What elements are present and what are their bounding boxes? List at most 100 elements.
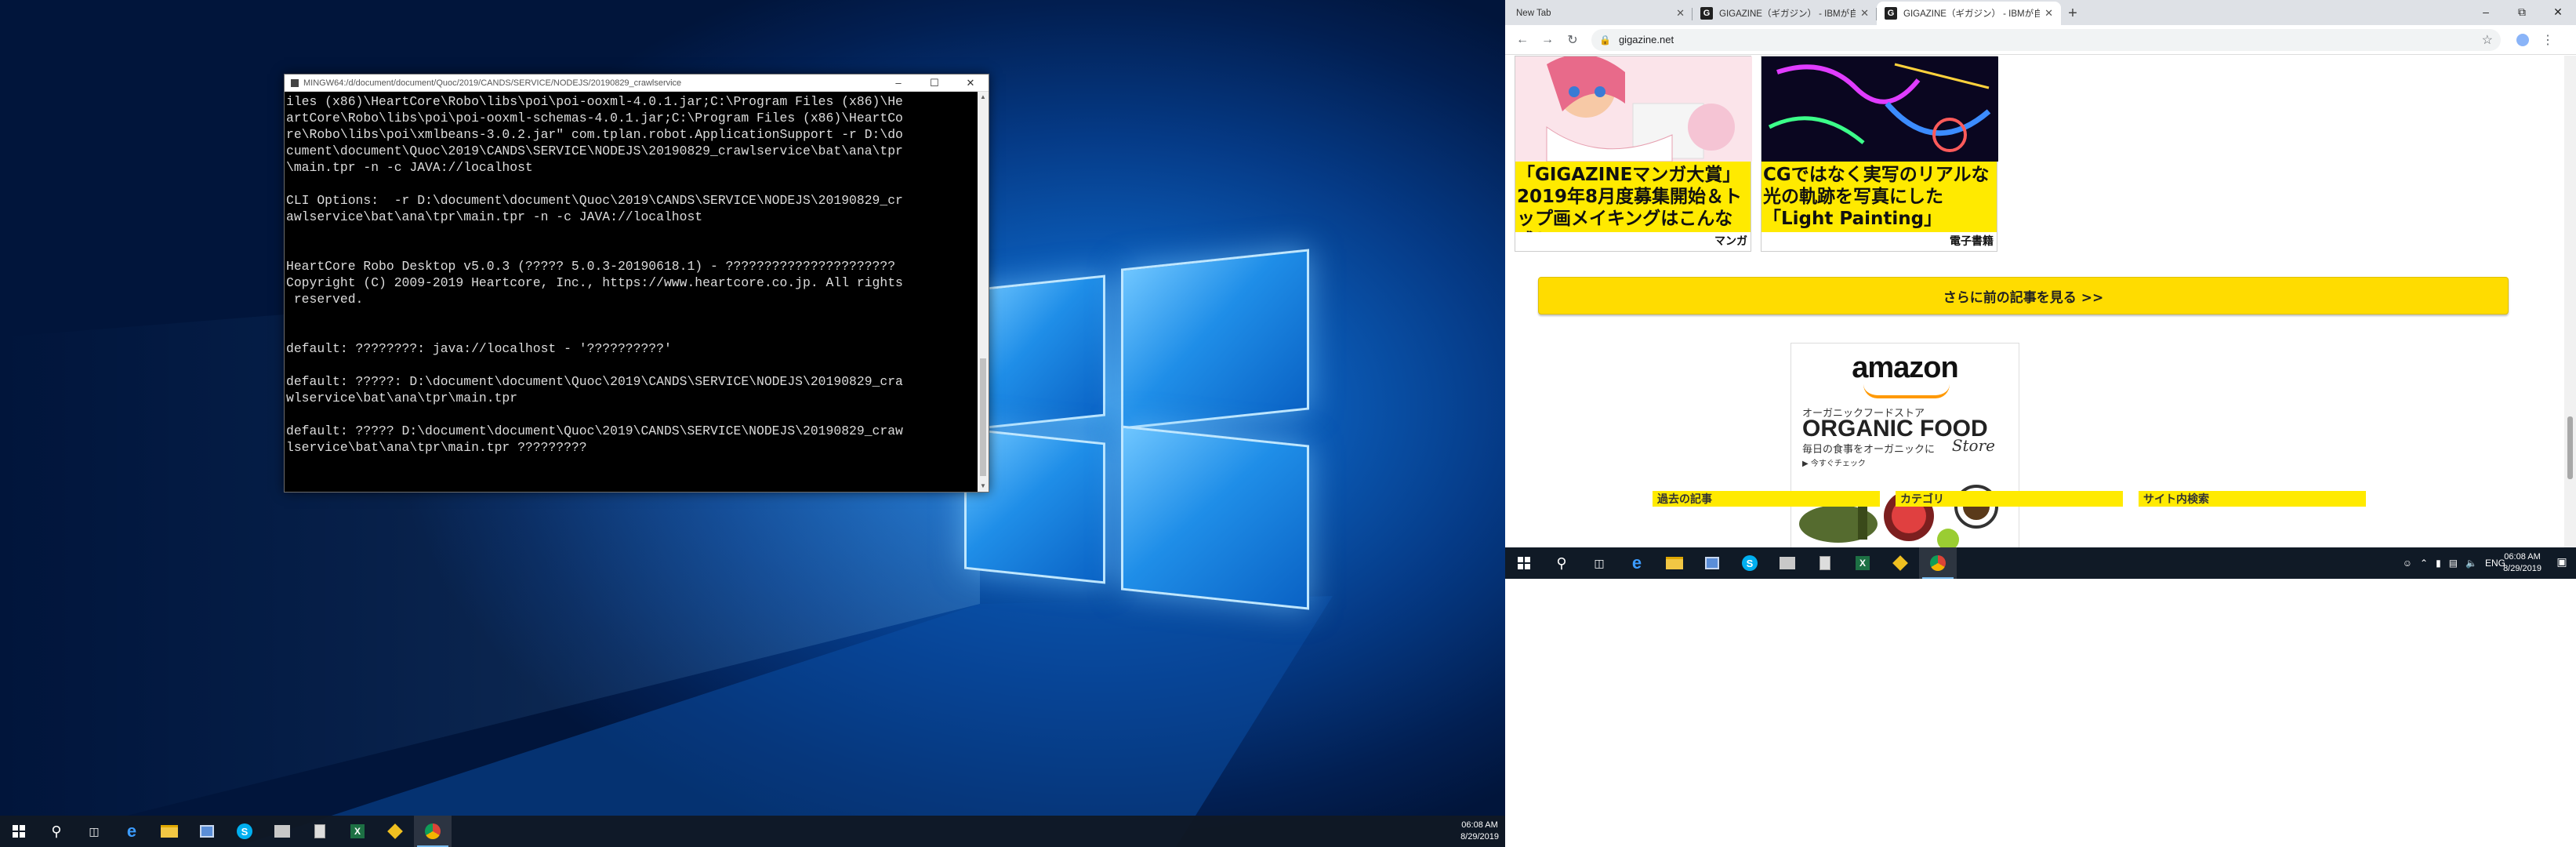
taskbar-app-files[interactable]	[263, 816, 301, 847]
amazon-ad-banner[interactable]: amazon オーガニックフードストア ORGANIC FOOD Store 毎…	[1791, 343, 2019, 547]
close-tab-icon[interactable]: ✕	[2044, 7, 2053, 20]
task-view-button[interactable]: ◫	[75, 816, 113, 847]
reload-button[interactable]: ↻	[1560, 27, 1585, 53]
page-scrollbar[interactable]	[2564, 56, 2576, 547]
profile-button[interactable]	[2510, 27, 2535, 53]
article-title[interactable]: CGではなく実写のリアルな光の軌跡を写真にした「Light Painting」	[1761, 162, 1997, 232]
article-card-manga[interactable]: 「GIGAZINEマンガ大賞」2019年8月度募集開始＆トップ画メイキングはこん…	[1515, 56, 1752, 252]
network-icon[interactable]: ▤	[2449, 558, 2458, 569]
terminal-window[interactable]: MINGW64:/d/document/document/Quoc/2019/C…	[284, 74, 989, 493]
notification-button[interactable]: ▣	[2554, 555, 2570, 571]
notes-icon	[314, 824, 325, 838]
browser-close-button[interactable]: ✕	[2540, 0, 2576, 24]
close-tab-icon[interactable]: ✕	[1676, 7, 1685, 20]
article-title[interactable]: 「GIGAZINEマンガ大賞」2019年8月度募集開始＆トップ画メイキングはこん…	[1515, 162, 1751, 232]
menu-button[interactable]: ⋮	[2535, 27, 2560, 53]
terminal-line: reserved.	[286, 292, 364, 307]
box-past-articles[interactable]: 過去の記事	[1653, 491, 1880, 507]
start-button-right[interactable]	[1505, 547, 1543, 579]
terminal-line: re\Robo\libs\poi\xmlbeans-3.0.2.jar" com…	[286, 127, 903, 142]
browser-minimize-button[interactable]: –	[2468, 0, 2504, 24]
scroll-up-icon[interactable]: ▲	[978, 92, 989, 103]
taskbar-excel-right[interactable]: X	[1844, 547, 1881, 579]
volume-icon[interactable]: 🔈	[2465, 558, 2477, 569]
scroll-down-icon[interactable]: ▼	[978, 481, 989, 492]
forward-button[interactable]: →	[1535, 27, 1560, 53]
bookmark-star-icon[interactable]: ☆	[2482, 32, 2493, 48]
excel-icon: X	[350, 824, 365, 838]
taskbar-skype[interactable]: S	[226, 816, 263, 847]
taskbar-app-files-right[interactable]	[1769, 547, 1806, 579]
box-site-search[interactable]: サイト内検索	[2139, 491, 2366, 507]
windows-start-icon	[1518, 557, 1530, 569]
clock-time: 06:08 AM	[2504, 552, 2541, 562]
taskbar-app-git[interactable]	[376, 816, 414, 847]
taskbar-app-remote[interactable]	[188, 816, 226, 847]
desktop-left: MINGW64:/d/document/document/Quoc/2019/C…	[0, 0, 1505, 847]
article-category[interactable]: マンガ	[1714, 233, 1747, 249]
maximize-button[interactable]: ☐	[916, 75, 952, 92]
url-text: gigazine.net	[1618, 34, 1674, 45]
taskbar-explorer[interactable]	[151, 816, 188, 847]
edge-icon: e	[1631, 553, 1642, 573]
gigazine-favicon-icon: G	[1700, 7, 1713, 20]
plus-icon: +	[2068, 4, 2077, 22]
tab-gigazine-1[interactable]: G GIGAZINE（ギガジン） - IBMが自 ✕	[1693, 2, 1877, 25]
taskbar-edge-right[interactable]: e	[1618, 547, 1656, 579]
taskbar-excel[interactable]: X	[339, 816, 376, 847]
article-card-light-painting[interactable]: CGではなく実写のリアルな光の軌跡を写真にした「Light Painting」 …	[1761, 56, 1998, 252]
start-button[interactable]	[0, 816, 38, 847]
taskbar-edge[interactable]: e	[113, 816, 151, 847]
page-scrollbar-thumb[interactable]	[2567, 416, 2573, 479]
battery-icon[interactable]: ▮	[2436, 558, 2441, 569]
taskbar-app-notes[interactable]	[301, 816, 339, 847]
close-tab-icon[interactable]: ✕	[1860, 7, 1869, 20]
taskbar-app-remote-right[interactable]	[1693, 547, 1731, 579]
article-category[interactable]: 電子書籍	[1950, 233, 1994, 249]
taskbar-chrome[interactable]	[414, 816, 452, 847]
taskbar-app-notes-right[interactable]	[1806, 547, 1844, 579]
terminal-title: MINGW64:/d/document/document/Quoc/2019/C…	[303, 78, 682, 88]
clock-right[interactable]: 06:08 AM 8/29/2019	[2503, 551, 2542, 575]
people-icon[interactable]: ☺	[2403, 558, 2412, 569]
notes-icon	[1820, 556, 1830, 570]
article-thumbnail-light-painting	[1761, 56, 1998, 162]
browser-restore-button[interactable]: ⧉	[2504, 0, 2540, 24]
box-categories[interactable]: カテゴリ	[1896, 491, 2123, 507]
tab-new-tab[interactable]: New Tab ✕	[1508, 2, 1693, 25]
terminal-line: iles (x86)\HeartCore\Robo\libs\poi\poi-o…	[286, 94, 903, 109]
clock-left[interactable]: 06:08 AM 8/29/2019	[1460, 820, 1499, 843]
windows-logo	[964, 235, 1372, 612]
terminal-titlebar[interactable]: MINGW64:/d/document/document/Quoc/2019/C…	[285, 75, 989, 92]
minimize-button[interactable]: –	[880, 75, 916, 92]
search-button[interactable]: ⚲	[38, 816, 75, 847]
more-articles-button[interactable]: さらに前の記事を見る >>	[1538, 277, 2509, 314]
tab-gigazine-2[interactable]: G GIGAZINE（ギガジン） - IBMが自 ✕	[1877, 2, 2061, 25]
terminal-line: HeartCore Robo Desktop v5.0.3 (????? 5.0…	[286, 259, 896, 274]
toolbar: ← → ↻ 🔒 gigazine.net ☆ ⋮	[1505, 25, 2576, 55]
chevron-up-icon[interactable]: ⌃	[2420, 558, 2428, 569]
search-icon: ⚲	[1556, 554, 1567, 571]
scrollbar-thumb[interactable]	[980, 358, 986, 476]
arrow-left-icon: ←	[1516, 32, 1529, 46]
search-button-right[interactable]: ⚲	[1543, 547, 1580, 579]
windows-start-icon	[13, 825, 25, 838]
terminal-line: CLI Options: -r D:\document\document\Quo…	[286, 193, 903, 208]
edge-icon: e	[126, 821, 137, 841]
search-icon: ⚲	[51, 823, 62, 839]
taskbar-skype-right[interactable]: S	[1731, 547, 1769, 579]
terminal-scrollbar[interactable]: ▲ ▼	[978, 92, 989, 492]
taskbar-explorer-right[interactable]	[1656, 547, 1693, 579]
task-view-button-right[interactable]: ◫	[1580, 547, 1618, 579]
new-tab-button[interactable]: +	[2061, 2, 2084, 25]
ad-cta[interactable]: ▶ 今すぐチェック	[1802, 456, 1866, 468]
article-thumbnail-manga	[1515, 56, 1752, 162]
address-bar[interactable]: 🔒 gigazine.net ☆	[1591, 28, 2501, 51]
close-button[interactable]: ✕	[952, 75, 989, 92]
files-icon	[274, 825, 290, 838]
back-button[interactable]: ←	[1510, 27, 1535, 53]
taskbar-app-git-right[interactable]	[1881, 547, 1919, 579]
taskbar-chrome-right[interactable]	[1919, 547, 1957, 579]
